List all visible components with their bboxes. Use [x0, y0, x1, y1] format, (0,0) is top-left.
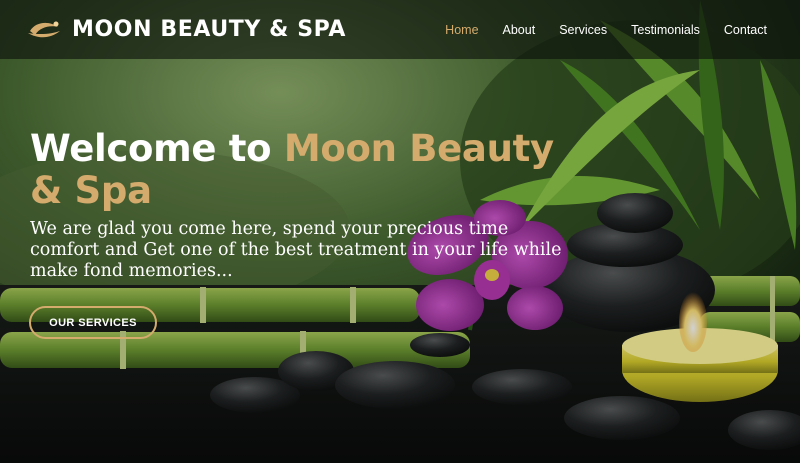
hero-section: Welcome to Moon Beauty & Spa We are glad…: [30, 128, 590, 282]
our-services-button[interactable]: OUR SERVICES: [29, 306, 157, 339]
crescent-moon-logo-icon: [28, 21, 60, 37]
main-nav: Home About Services Testimonials Contact: [421, 0, 767, 59]
nav-about-link[interactable]: About: [503, 23, 536, 37]
nav-services-link[interactable]: Services: [559, 23, 607, 37]
nav-contact-link[interactable]: Contact: [724, 23, 767, 37]
site-header: MOON BEAUTY & SPA Home About Services Te…: [0, 0, 800, 59]
nav-testimonials-link[interactable]: Testimonials: [631, 23, 700, 37]
hero-title: Welcome to Moon Beauty & Spa: [30, 128, 590, 212]
hero-title-plain: Welcome to: [30, 127, 284, 170]
nav-home-link[interactable]: Home: [445, 23, 478, 37]
hero-description: We are glad you come here, spend your pr…: [30, 219, 562, 281]
brand-name: MOON BEAUTY & SPA: [72, 17, 346, 42]
brand[interactable]: MOON BEAUTY & SPA: [26, 17, 346, 42]
